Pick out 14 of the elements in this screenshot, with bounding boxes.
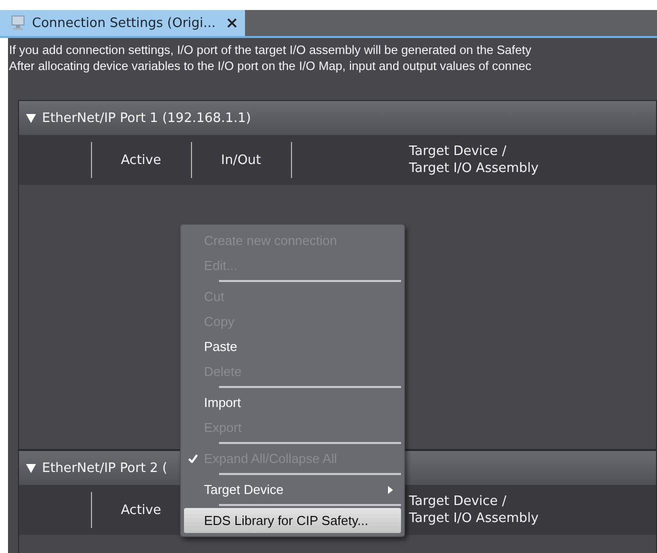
menu-item-label: Target Device <box>204 482 284 497</box>
port-title: EtherNet/IP Port 1 (192.168.1.1) <box>42 110 251 126</box>
port-title: EtherNet/IP Port 2 ( <box>42 460 168 476</box>
info-text: If you add connection settings, I/O port of the target I/O assembly will be generated on the Safety <box>9 42 532 58</box>
column-header: Active <box>120 152 162 168</box>
menu-item-label: EDS Library for CIP Safety... <box>204 513 368 528</box>
column-header: Target Device / Target I/O Assembly <box>409 493 539 527</box>
menu-item-label: Paste <box>204 339 238 354</box>
info-text: After allocating device variables to the I/O port on the I/O Map, input and output values of connec <box>9 58 532 74</box>
column-header: In/Out <box>220 152 262 168</box>
menu-item-label: Import <box>204 395 241 410</box>
column-header: Target Device / Target I/O Assembly <box>409 143 539 177</box>
column-header: Active <box>120 502 162 518</box>
tab-title: Connection Settings (Origi... <box>32 16 216 30</box>
